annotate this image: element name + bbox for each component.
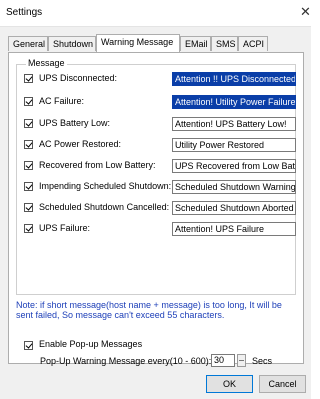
label-secs: Secs [252, 356, 273, 366]
label-ac-failure: AC Failure: [39, 96, 85, 106]
tab-sms[interactable]: SMS [211, 36, 238, 51]
close-icon[interactable]: ✕ [300, 4, 311, 20]
message-row-ups-failure: UPS Failure: Attention! UPS Failure [24, 222, 300, 236]
message-row-shutdown-cancelled: Scheduled Shutdown Cancelled: Scheduled … [24, 201, 300, 215]
popup-interval-spinner[interactable] [237, 354, 246, 367]
message-row-recovered-low-battery: Recovered from Low Battery: UPS Recovere… [24, 159, 300, 173]
checkbox-ups-disconnected[interactable] [24, 74, 33, 83]
checkbox-enable-popup[interactable] [24, 341, 33, 350]
label-shutdown-cancelled: Scheduled Shutdown Cancelled: [39, 202, 170, 212]
label-recovered-low-battery: Recovered from Low Battery: [39, 160, 156, 170]
checkbox-shutdown-cancelled[interactable] [24, 203, 33, 212]
popup-interval-input[interactable]: 30 [211, 354, 235, 367]
checkbox-impending-shutdown[interactable] [24, 182, 33, 191]
label-ups-disconnected: UPS Disconnected: [39, 73, 118, 83]
cancel-button[interactable]: Cancel [259, 375, 306, 393]
tab-general[interactable]: General [8, 36, 48, 51]
checkbox-recovered-low-battery[interactable] [24, 161, 33, 170]
input-ac-failure[interactable]: Attention! Utility Power Failure [172, 95, 296, 109]
tab-warning-message[interactable]: Warning Message [96, 34, 180, 52]
label-popup-interval: Pop-Up Warning Message every(10 - 600): [40, 356, 212, 366]
checkbox-ac-failure[interactable] [24, 97, 33, 106]
tab-acpi[interactable]: ACPI [238, 36, 268, 51]
message-row-ac-restored: AC Power Restored: Utility Power Restore… [24, 138, 300, 152]
message-row-ac-failure: AC Failure: Attention! Utility Power Fai… [24, 95, 300, 109]
label-ups-failure: UPS Failure: [39, 223, 91, 233]
ok-button[interactable]: OK [206, 375, 253, 393]
label-battery-low: UPS Battery Low: [39, 118, 111, 128]
length-note: Note: if short message(host name + messa… [16, 300, 282, 320]
input-impending-shutdown[interactable]: Scheduled Shutdown Warning [172, 180, 296, 194]
tab-shutdown[interactable]: Shutdown [48, 36, 96, 51]
input-ups-failure[interactable]: Attention! UPS Failure [172, 222, 296, 236]
checkbox-battery-low[interactable] [24, 119, 33, 128]
input-ac-restored[interactable]: Utility Power Restored [172, 138, 296, 152]
input-battery-low[interactable]: Attention! UPS Battery Low! [172, 117, 296, 131]
message-group-label: Message [26, 58, 67, 68]
message-row-ups-disconnected: UPS Disconnected: Attention !! UPS Disco… [24, 72, 300, 86]
label-ac-restored: AC Power Restored: [39, 139, 122, 149]
label-impending-shutdown: Impending Scheduled Shutdown: [39, 181, 172, 191]
input-recovered-low-battery[interactable]: UPS Recovered from Low Battery [172, 159, 296, 173]
checkbox-ac-restored[interactable] [24, 140, 33, 149]
input-ups-disconnected[interactable]: Attention !! UPS Disconnected [172, 72, 296, 86]
tab-email[interactable]: EMail [180, 36, 211, 51]
message-row-battery-low: UPS Battery Low: Attention! UPS Battery … [24, 117, 300, 131]
input-shutdown-cancelled[interactable]: Scheduled Shutdown Aborted [172, 201, 296, 215]
checkbox-ups-failure[interactable] [24, 224, 33, 233]
message-row-impending-shutdown: Impending Scheduled Shutdown: Scheduled … [24, 180, 300, 194]
window-title: Settings [6, 7, 43, 18]
title-bar: Settings ✕ [0, 0, 311, 26]
label-enable-popup: Enable Pop-up Messages [39, 339, 143, 349]
